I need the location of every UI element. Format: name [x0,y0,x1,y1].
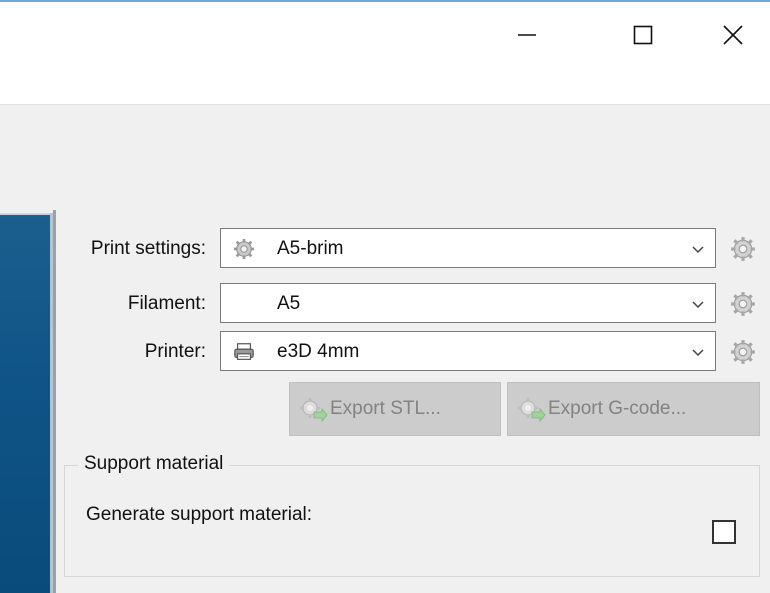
export-gear-icon [518,398,546,422]
chevron-down-icon [692,301,704,309]
filament-label: Filament: [127,293,206,314]
menu-bar [0,104,770,156]
filament-value: A5 [277,293,301,314]
export-gcode-button[interactable]: Export G-code... [507,382,760,436]
export-stl-button[interactable]: Export STL... [289,382,501,436]
app-window: Print settings: A5-brim Filament: A5 Pri… [0,0,770,593]
minimize-button[interactable] [504,12,550,58]
print-settings-value: A5-brim [277,238,344,259]
close-button[interactable] [710,12,756,58]
export-stl-label: Export STL... [330,398,441,419]
title-bar [0,2,770,72]
printer-select[interactable]: e3D 4mm [220,331,716,371]
generate-support-checkbox[interactable] [712,520,736,544]
printer-label: Printer: [144,341,206,362]
filament-row: Filament: A5 [0,283,770,327]
printer-value: e3D 4mm [277,341,360,362]
print-settings-row: Print settings: A5-brim [0,228,770,272]
chevron-down-icon [692,349,704,357]
generate-support-label: Generate support material: [86,504,313,525]
printer-icon [234,343,254,360]
chevron-down-icon [692,246,704,254]
minimize-icon [518,34,536,36]
print-settings-label: Print settings: [90,238,206,259]
maximize-button[interactable] [620,12,666,58]
filament-gear-icon[interactable] [730,291,756,317]
gear-icon [233,238,255,260]
export-gcode-label: Export G-code... [548,398,687,419]
print-settings-select[interactable]: A5-brim [220,228,716,268]
printer-gear-icon[interactable] [730,339,756,365]
printer-row: Printer: e3D 4mm [0,331,770,375]
print-settings-gear-icon[interactable] [730,236,756,262]
export-gear-icon [300,398,328,422]
support-material-title: Support material [78,453,230,475]
filament-select[interactable]: A5 [220,283,716,323]
maximize-icon [633,25,653,45]
close-icon [723,25,743,45]
